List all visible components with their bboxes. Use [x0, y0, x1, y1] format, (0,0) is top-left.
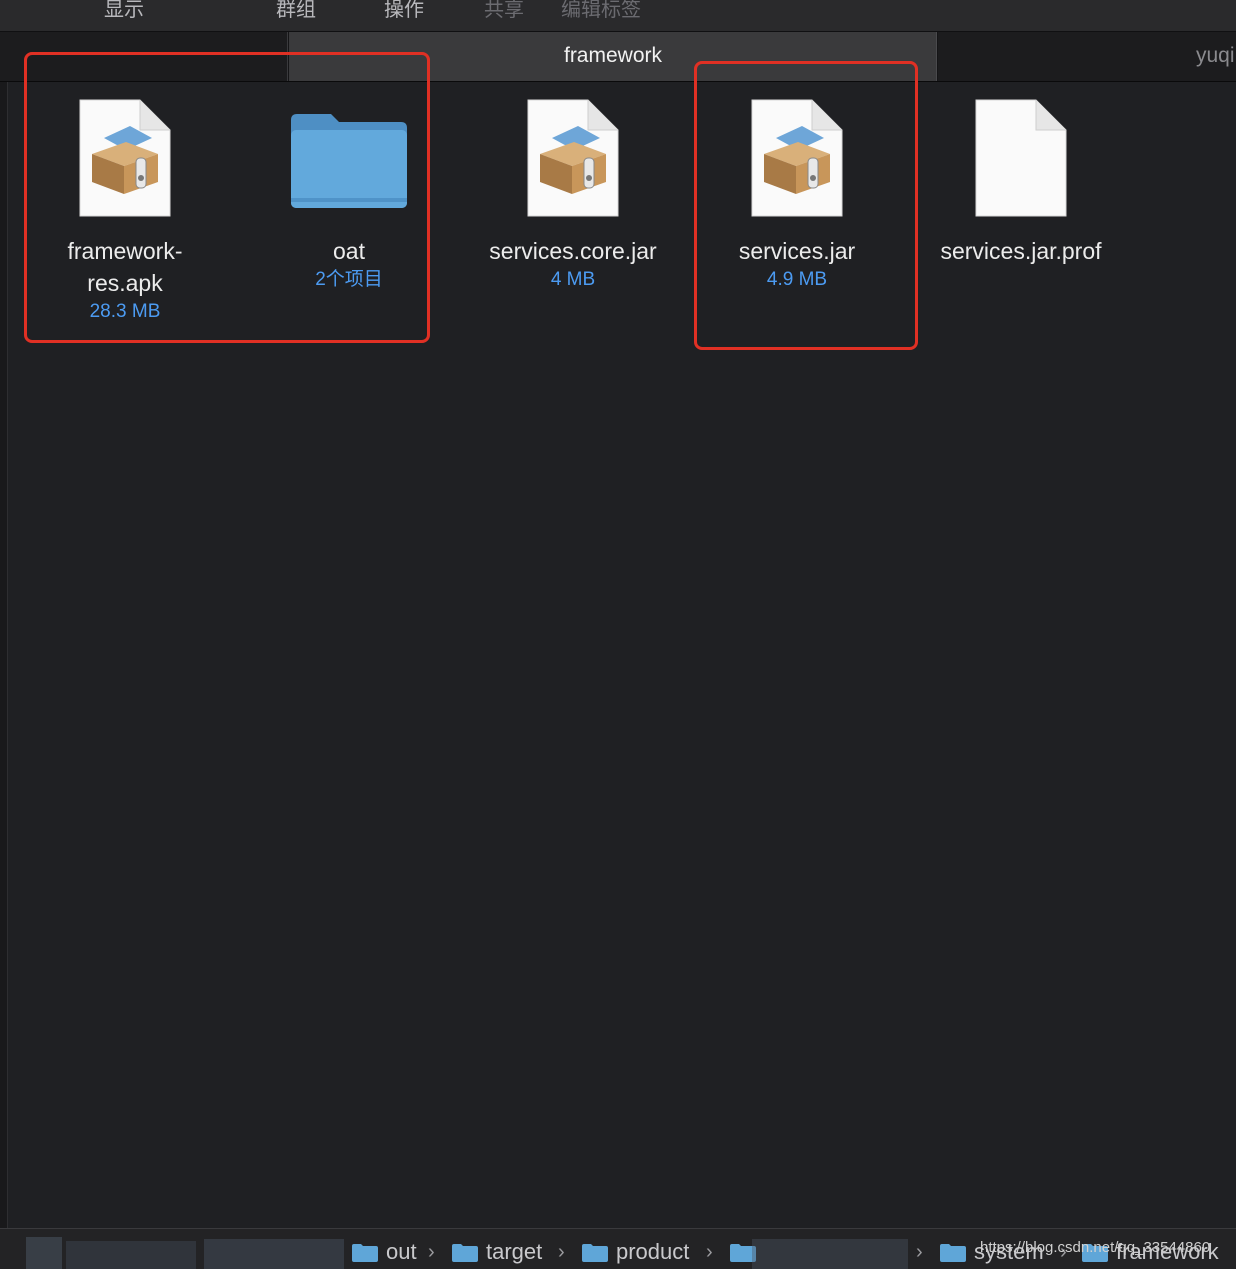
crumb-label: product [616, 1239, 690, 1264]
share-button[interactable]: 共享 [484, 0, 524, 23]
crumb-product[interactable]: product [582, 1239, 689, 1265]
group-button[interactable]: 群组 [276, 0, 316, 23]
file-item-services-core-jar[interactable]: services.core.jar 4 MB [468, 98, 678, 293]
highlight-box-services-jar [694, 61, 918, 350]
folder-icon [352, 1243, 378, 1262]
toolbar: 显示 群组 操作 共享 编辑标签 [0, 0, 1236, 32]
folder-icon [582, 1243, 608, 1262]
edit-tags-button[interactable]: 编辑标签 [561, 0, 641, 23]
redacted-block [752, 1239, 908, 1269]
redacted-block [66, 1241, 196, 1269]
crumb-label: target [486, 1239, 543, 1264]
watermark: https://blog.csdn.net/qq_33544860 [980, 1239, 1211, 1256]
sidebar-edge [0, 82, 8, 1228]
action-button[interactable]: 操作 [384, 0, 424, 23]
file-name: services.core.jar [489, 238, 657, 264]
file-item-services-jar-prof[interactable]: services.jar.prof [916, 98, 1126, 267]
crumb-label: out [386, 1239, 417, 1264]
tab-label: yuqi [1196, 44, 1235, 67]
folder-icon [940, 1243, 966, 1262]
redacted-block [26, 1237, 62, 1269]
chevron-right-icon: › [916, 1241, 923, 1263]
view-button[interactable]: 显示 [104, 0, 144, 23]
highlight-box-left [24, 52, 430, 343]
document-icon [975, 99, 1067, 217]
tab-yuqi[interactable]: yuqi [938, 32, 1236, 81]
crumb-target[interactable]: target [452, 1239, 542, 1265]
crumb-out[interactable]: out [352, 1239, 417, 1265]
archive-icon [527, 99, 619, 217]
file-size: 4 MB [550, 269, 596, 290]
chevron-right-icon: › [428, 1241, 435, 1263]
chevron-right-icon: › [558, 1241, 565, 1263]
file-name: services.jar.prof [940, 238, 1102, 264]
chevron-right-icon: › [706, 1241, 713, 1263]
folder-icon [452, 1243, 478, 1262]
redacted-block [204, 1239, 344, 1269]
